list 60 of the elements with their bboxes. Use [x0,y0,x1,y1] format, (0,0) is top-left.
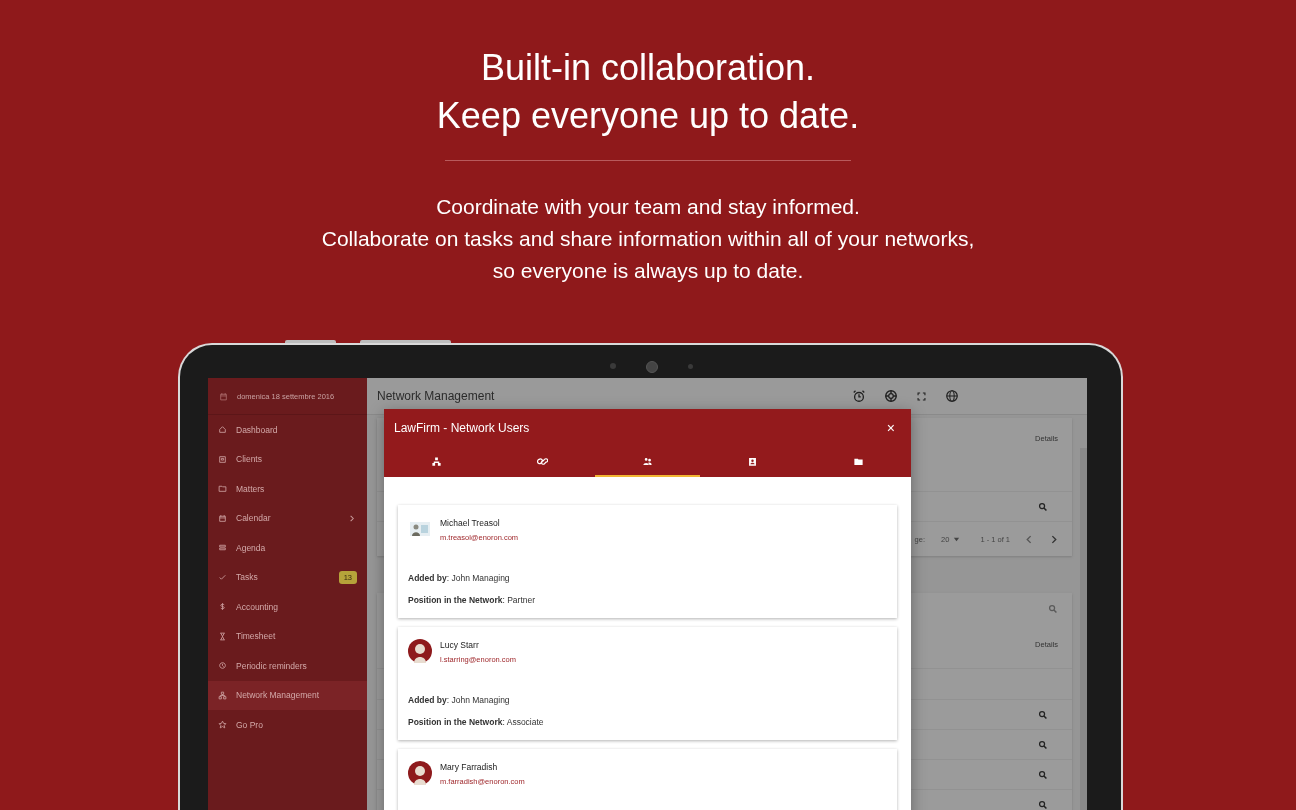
globe-icon[interactable] [945,389,959,403]
user-name: Lucy Starr [440,640,480,650]
nav-item[interactable]: Go Pro [208,710,367,740]
search-icon[interactable] [1048,604,1058,614]
fullscreen-icon[interactable] [916,390,927,402]
nav-item[interactable]: Matters [208,474,367,504]
nav-icon [218,543,227,553]
nav-icon [218,513,227,523]
nav-item[interactable]: Periodic reminders [208,651,367,681]
caret-icon [953,535,961,543]
camera-dot [610,363,616,369]
nav-item[interactable]: Calendar [208,503,367,533]
search-icon[interactable] [1038,709,1048,720]
page-title: Network Management [377,389,496,403]
avatar [408,639,432,663]
close-button[interactable]: × [880,420,901,436]
nav-item[interactable]: Timesheet [208,621,367,651]
search-icon[interactable] [1038,769,1048,780]
nav-item[interactable]: Accounting [208,592,367,622]
avatar [408,761,432,785]
headline: Built-in collaboration. [480,46,816,90]
nav-icon [218,572,227,582]
nav-icon [218,631,227,641]
search-icon[interactable] [1038,799,1048,810]
camera-dot [688,364,693,369]
tagline: so everyone is always up to date. [492,258,804,284]
scrollbar[interactable] [1080,448,1087,810]
nav-item[interactable]: Agenda [208,533,367,563]
tab-icon [431,455,443,467]
nav-item[interactable]: Network Management [208,680,367,710]
nav-icon [218,602,227,612]
user-name: Michael Treasol [440,518,501,528]
nav-icon [218,690,227,700]
user-name: Mary Farradish [440,762,499,772]
nav-item[interactable]: Dashboard [208,415,367,445]
tab-icon [642,455,653,467]
lifebuoy-icon[interactable] [884,389,898,403]
headline: Keep everyone up to date. [436,94,860,138]
added-by-text: Added by: John Managing [408,573,511,583]
tagline: Coordinate with your team and stay informed. [436,194,860,220]
previous-page-icon[interactable] [1025,534,1034,544]
nav-icon [218,484,227,494]
nav-icon [218,425,227,435]
dialog-title: LawFirm - Network Users [394,421,531,435]
alarm-clock-icon[interactable] [852,389,866,403]
nav-icon [218,661,227,671]
nav-icon [218,454,227,464]
search-icon[interactable] [1038,739,1048,750]
tab-icon [536,455,548,467]
position-text: Position in the Network: Partner [408,595,537,605]
position-text: Position in the Network: Associate [408,717,545,727]
calendar-icon [219,391,228,401]
tab-icon [747,455,759,467]
next-page-icon[interactable] [1049,534,1058,544]
search-icon[interactable] [1038,501,1048,512]
added-by-text: Added by: John Managing [408,695,511,705]
camera-lens [646,361,658,373]
nav-icon [218,720,227,730]
tagline: Collaborate on tasks and share information within all of your networks, [321,226,975,252]
nav-item[interactable]: Clients [208,444,367,474]
